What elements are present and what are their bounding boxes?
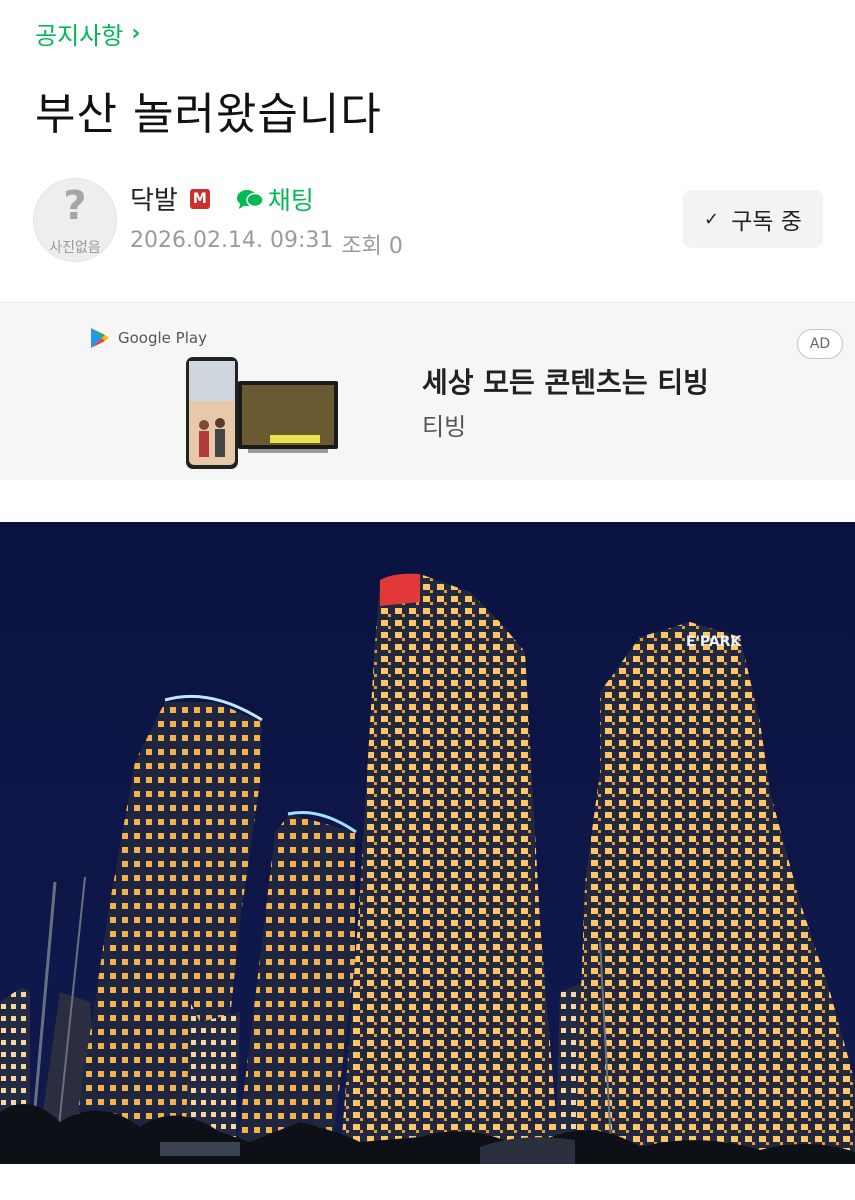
author-name[interactable]: 닥발 — [130, 180, 178, 217]
chat-bubble-icon — [236, 189, 264, 209]
view-count: 조회 0 — [341, 234, 403, 259]
check-icon: ✓ — [704, 208, 720, 230]
post-date: 2026.02.14. 09:31 — [130, 228, 334, 253]
subscribe-label: 구독 중 — [731, 209, 802, 235]
google-play-icon — [91, 328, 109, 348]
ad-banner[interactable]: Google Play AD 세상 모든 콘텐츠는 티빙 티빙 — [0, 302, 855, 480]
question-mark-icon: ? — [63, 183, 87, 229]
building-sign: E'PARK — [686, 634, 742, 650]
subscribe-button[interactable]: ✓ 구독 중 — [683, 190, 823, 248]
avatar-placeholder-text: 사진없음 — [49, 240, 101, 256]
chevron-right-icon: › — [131, 21, 141, 46]
ad-advertiser: 티빙 — [422, 413, 467, 441]
ad-thumbnail — [186, 357, 338, 469]
chat-button[interactable]: 채팅 — [236, 181, 314, 217]
breadcrumb-label: 공지사항 — [35, 22, 124, 50]
ad-headline: 세상 모든 콘텐츠는 티빙 — [422, 366, 709, 399]
google-play-label: Google Play — [90, 327, 207, 349]
ad-badge[interactable]: AD — [797, 329, 843, 359]
grade-badge: M — [189, 188, 210, 209]
chat-label: 채팅 — [267, 185, 314, 215]
post-title: 부산 놀러왔습니다 — [35, 89, 382, 140]
post-meta: 2026.02.14. 09:31 조회 0 — [130, 228, 403, 260]
avatar[interactable]: ? 사진없음 — [33, 178, 117, 262]
night-skyline-image: E'PARK — [0, 522, 855, 1164]
breadcrumb[interactable]: 공지사항 › — [35, 16, 140, 51]
author-row: 닥발 M 채팅 — [130, 180, 314, 217]
store-label: Google Play — [118, 329, 207, 347]
post-photo[interactable]: E'PARK — [0, 522, 855, 1164]
